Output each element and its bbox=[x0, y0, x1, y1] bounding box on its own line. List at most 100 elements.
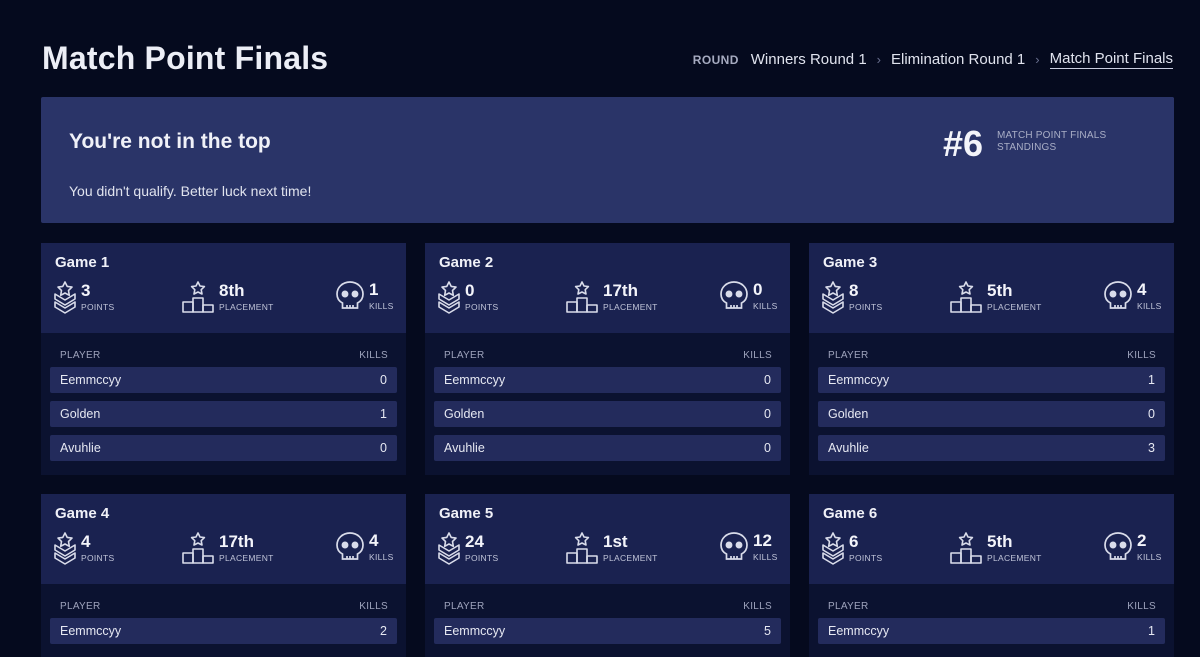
player-kills: 0 bbox=[380, 441, 387, 455]
breadcrumb: ROUND Winners Round 1 › Elimination Roun… bbox=[693, 50, 1173, 69]
table-row: Eemmccyy 1 bbox=[818, 618, 1165, 644]
player-kills: 0 bbox=[764, 407, 771, 421]
table-row: Golden 1 bbox=[50, 401, 397, 427]
skull-icon bbox=[335, 280, 365, 312]
game-card-header: Game 1 3 POINTS 8th PLACEMENT 1 KILLS bbox=[41, 243, 406, 333]
kills-column-header: KILLS bbox=[743, 350, 772, 361]
skull-icon bbox=[1103, 531, 1133, 563]
player-table-header: PLAYER KILLS bbox=[60, 601, 388, 612]
player-kills: 1 bbox=[1148, 373, 1155, 387]
player-kills: 2 bbox=[380, 624, 387, 638]
kills-label: KILLS bbox=[369, 301, 394, 311]
breadcrumb-chevron-icon: › bbox=[1035, 52, 1040, 67]
player-kills: 0 bbox=[380, 373, 387, 387]
kills-label: KILLS bbox=[1137, 552, 1162, 562]
placement-label: PLACEMENT bbox=[987, 302, 1042, 312]
player-name: Eemmccyy bbox=[444, 373, 506, 387]
skull-icon bbox=[719, 531, 749, 563]
placement-value: 8th bbox=[219, 281, 245, 300]
player-name: Eemmccyy bbox=[60, 624, 122, 638]
player-name: Golden bbox=[444, 407, 485, 421]
kills-value: 12 bbox=[753, 531, 772, 550]
player-column-header: PLAYER bbox=[444, 601, 485, 612]
podium-icon bbox=[181, 531, 215, 565]
placement-label: PLACEMENT bbox=[987, 553, 1042, 563]
game-card-header: Game 2 0 POINTS 17th PLACEMENT 0 KILLS bbox=[425, 243, 790, 333]
kills-value: 4 bbox=[1137, 280, 1147, 299]
placement-stat: 17th PLACEMENT bbox=[181, 531, 274, 565]
player-column-header: PLAYER bbox=[444, 350, 485, 361]
player-name: Golden bbox=[828, 407, 869, 421]
table-row: Avuhlie 3 bbox=[818, 435, 1165, 461]
player-table-header: PLAYER KILLS bbox=[828, 601, 1156, 612]
game-title: Game 4 bbox=[55, 505, 110, 522]
kills-stat: 4 KILLS bbox=[1103, 280, 1162, 312]
player-name: Eemmccyy bbox=[444, 624, 506, 638]
banner-heading: You're not in the top bbox=[69, 130, 271, 153]
player-kills: 0 bbox=[1148, 407, 1155, 421]
podium-icon bbox=[181, 280, 215, 314]
player-table-header: PLAYER KILLS bbox=[444, 350, 772, 361]
player-table-header: PLAYER KILLS bbox=[444, 601, 772, 612]
placement-stat: 5th PLACEMENT bbox=[949, 531, 1042, 565]
breadcrumb-item-match-point-finals[interactable]: Match Point Finals bbox=[1049, 50, 1173, 69]
breadcrumb-item-elimination-round[interactable]: Elimination Round 1 bbox=[891, 51, 1025, 68]
podium-icon bbox=[949, 531, 983, 565]
game-card-header: Game 5 24 POINTS 1st PLACEMENT 12 KILLS bbox=[425, 494, 790, 584]
kills-stat: 4 KILLS bbox=[335, 531, 394, 563]
placement-stat: 1st PLACEMENT bbox=[565, 531, 658, 565]
points-icon bbox=[821, 280, 845, 314]
placement-label: PLACEMENT bbox=[603, 302, 658, 312]
placement-stat: 5th PLACEMENT bbox=[949, 280, 1042, 314]
table-row: Avuhlie 0 bbox=[50, 435, 397, 461]
table-row: Golden 0 bbox=[818, 401, 1165, 427]
kills-label: KILLS bbox=[753, 552, 778, 562]
points-value: 8 bbox=[849, 281, 859, 300]
rank-label-line1: MATCH POINT FINALS bbox=[997, 130, 1107, 141]
podium-icon bbox=[565, 531, 599, 565]
skull-icon bbox=[719, 280, 749, 312]
player-column-header: PLAYER bbox=[828, 350, 869, 361]
player-column-header: PLAYER bbox=[60, 601, 101, 612]
game-title: Game 5 bbox=[439, 505, 494, 522]
placement-value: 5th bbox=[987, 532, 1013, 551]
game-title: Game 6 bbox=[823, 505, 878, 522]
points-value: 0 bbox=[465, 281, 475, 300]
podium-icon bbox=[565, 280, 599, 314]
breadcrumb-item-winners-round[interactable]: Winners Round 1 bbox=[751, 51, 867, 68]
points-stat: 8 POINTS bbox=[821, 280, 882, 314]
points-label: POINTS bbox=[81, 302, 115, 312]
skull-icon bbox=[1103, 280, 1133, 312]
points-stat: 24 POINTS bbox=[437, 531, 498, 565]
points-icon bbox=[53, 280, 77, 314]
kills-value: 4 bbox=[369, 531, 379, 550]
placement-value: 1st bbox=[603, 532, 628, 551]
points-stat: 0 POINTS bbox=[437, 280, 498, 314]
kills-column-header: KILLS bbox=[743, 601, 772, 612]
player-kills: 1 bbox=[380, 407, 387, 421]
banner-stripe bbox=[820, 97, 1174, 223]
standing-rank-label: MATCH POINT FINALS STANDINGS bbox=[997, 130, 1106, 154]
player-name: Eemmccyy bbox=[60, 373, 122, 387]
page-title: Match Point Finals bbox=[42, 40, 329, 76]
kills-value: 2 bbox=[1137, 531, 1147, 550]
player-column-header: PLAYER bbox=[60, 350, 101, 361]
banner-message: You didn't qualify. Better luck next tim… bbox=[69, 183, 312, 199]
table-row: Eemmccyy 1 bbox=[818, 367, 1165, 393]
breadcrumb-label: ROUND bbox=[692, 52, 739, 67]
kills-column-header: KILLS bbox=[359, 601, 388, 612]
placement-value: 5th bbox=[987, 281, 1013, 300]
player-name: Avuhlie bbox=[444, 441, 485, 455]
points-label: POINTS bbox=[465, 302, 499, 312]
kills-stat: 2 KILLS bbox=[1103, 531, 1162, 563]
points-stat: 3 POINTS bbox=[53, 280, 114, 314]
points-icon bbox=[821, 531, 845, 565]
points-value: 4 bbox=[81, 532, 91, 551]
placement-stat: 17th PLACEMENT bbox=[565, 280, 658, 314]
podium-icon bbox=[949, 280, 983, 314]
game-title: Game 2 bbox=[439, 254, 494, 271]
table-row: Eemmccyy 2 bbox=[50, 618, 397, 644]
game-card: Game 4 4 POINTS 17th PLACEMENT 4 KILLS PLAYER KI… bbox=[41, 494, 406, 657]
game-card: Game 3 8 POINTS 5th PLACEMENT 4 KILLS PLAYER KIL… bbox=[809, 243, 1174, 475]
kills-stat: 1 KILLS bbox=[335, 280, 394, 312]
